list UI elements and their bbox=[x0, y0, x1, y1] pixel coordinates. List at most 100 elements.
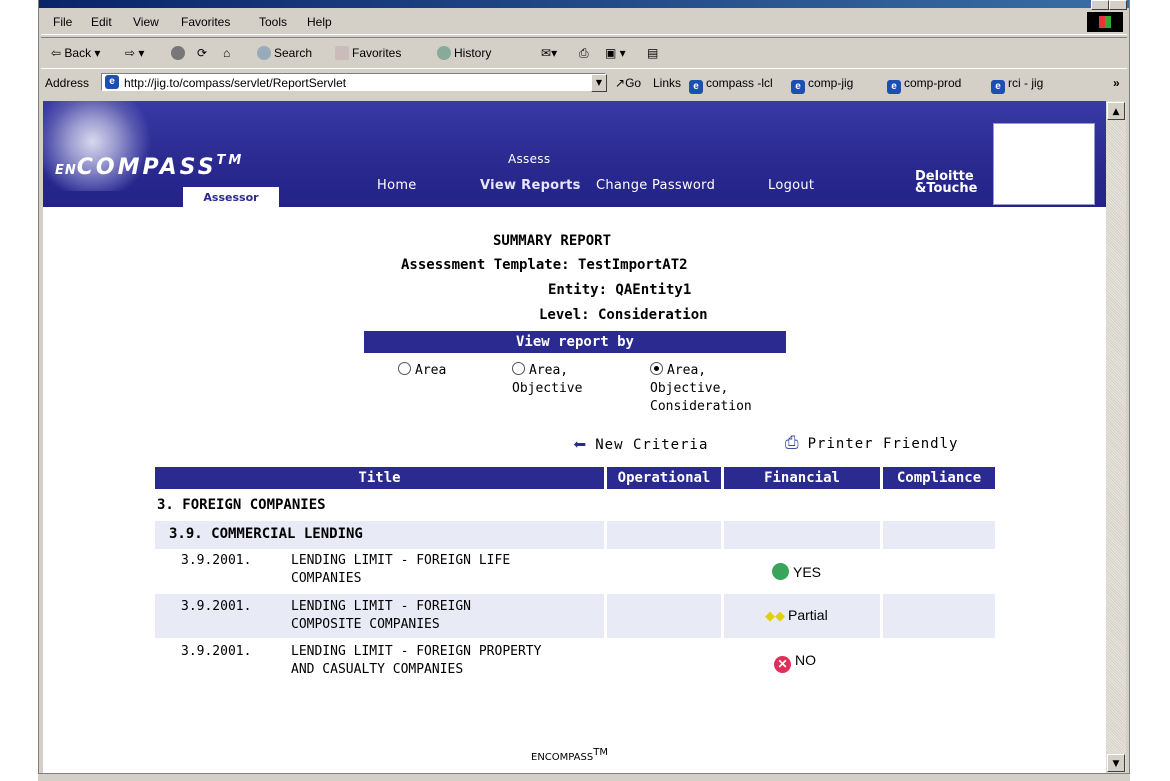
column-compliance: Compliance bbox=[883, 467, 995, 489]
address-dropdown-icon[interactable]: ▼ bbox=[591, 74, 607, 92]
back-arrow-icon: ⇦ bbox=[51, 46, 62, 60]
view-report-by-header: View report by bbox=[364, 331, 786, 353]
radio-area-objective[interactable]: Area, Objective bbox=[512, 362, 582, 398]
address-input[interactable]: e http://jig.to/compass/servlet/ReportSe… bbox=[101, 73, 606, 91]
row-title: LENDING LIMIT - FOREIGN PROPERTY AND CAS… bbox=[291, 644, 542, 677]
menu-file[interactable]: File bbox=[53, 15, 72, 29]
refresh-icon: ⟳ bbox=[197, 46, 208, 60]
mail-button[interactable]: ✉▾ bbox=[541, 46, 557, 60]
favorites-icon bbox=[335, 46, 349, 60]
report-heading: SUMMARY REPORT bbox=[493, 233, 612, 249]
report-template: Assessment Template: TestImportAT2 bbox=[401, 257, 688, 273]
page-icon: e bbox=[689, 80, 703, 94]
menu-favorites[interactable]: Favorites bbox=[181, 15, 230, 29]
financial-status: ◆◆ Partial bbox=[765, 607, 828, 623]
nav-view-reports[interactable]: View Reports bbox=[480, 178, 581, 193]
edit-button[interactable]: ▣ ▾ bbox=[605, 46, 626, 60]
address-bar: Address e http://jig.to/compass/servlet/… bbox=[41, 70, 1127, 96]
page-icon: e bbox=[887, 80, 901, 94]
red-x-icon: ✕ bbox=[774, 656, 791, 673]
objective-label: 3.9. COMMERCIAL LENDING bbox=[169, 526, 363, 542]
stop-button[interactable] bbox=[171, 46, 188, 60]
column-operational: Operational bbox=[607, 467, 721, 489]
column-divider bbox=[721, 521, 724, 549]
header-image-placeholder bbox=[993, 123, 1095, 205]
financial-status: YES bbox=[772, 563, 821, 580]
home-button[interactable]: ⌂ bbox=[223, 46, 230, 60]
scroll-down-icon[interactable]: ▼ bbox=[1107, 754, 1125, 772]
maximize-button[interactable] bbox=[1091, 0, 1109, 10]
print-icon: ⎙ bbox=[579, 46, 589, 60]
link-comp-prod[interactable]: e comp-prod bbox=[887, 76, 961, 94]
refresh-button[interactable]: ⟳ bbox=[197, 46, 207, 60]
column-divider bbox=[880, 521, 883, 549]
discuss-icon: ▤ bbox=[647, 46, 659, 60]
radio-circle-icon bbox=[398, 362, 411, 375]
page-viewport: ENCOMPASSTM Assessor Assess Home View Re… bbox=[43, 101, 1106, 773]
radio-circle-icon bbox=[512, 362, 525, 375]
new-criteria-link[interactable]: ⬅ New Criteria bbox=[573, 433, 708, 458]
favorites-button[interactable]: Favorites bbox=[335, 46, 401, 60]
row-title: LENDING LIMIT - FOREIGN COMPOSITE COMPAN… bbox=[291, 599, 472, 632]
scroll-up-icon[interactable]: ▲ bbox=[1107, 102, 1125, 120]
go-arrow-icon: ↗ bbox=[615, 76, 626, 90]
nav-home[interactable]: Home bbox=[377, 178, 417, 193]
search-button[interactable]: Search bbox=[257, 46, 312, 60]
nav-logout[interactable]: Logout bbox=[768, 178, 814, 193]
printer-friendly-link[interactable]: ⎙ Printer Friendly bbox=[785, 433, 958, 453]
link-rci-jig[interactable]: e rci - jig bbox=[991, 76, 1043, 94]
radio-area-objective-consideration[interactable]: Area, Objective, Consideration bbox=[650, 362, 752, 416]
links-label: Links bbox=[653, 76, 682, 90]
stop-icon bbox=[171, 46, 185, 60]
deloitte-touche-logo: Deloitte &Touche bbox=[915, 169, 978, 196]
home-icon: ⌂ bbox=[223, 46, 231, 60]
column-divider bbox=[604, 594, 607, 638]
menu-tools[interactable]: Tools bbox=[259, 15, 287, 29]
forward-button[interactable]: ⇨ ▾ bbox=[125, 46, 144, 60]
link-compass-lcl[interactable]: e compass -lcl bbox=[689, 76, 773, 94]
windows-logo-icon bbox=[1087, 12, 1123, 32]
financial-status: ✕ NO bbox=[774, 652, 816, 673]
row-code: 3.9.2001. bbox=[181, 599, 252, 614]
green-circle-icon bbox=[772, 563, 789, 580]
more-links-chevron-icon[interactable]: » bbox=[1113, 76, 1120, 90]
site-header: ENCOMPASSTM Assessor Assess Home View Re… bbox=[43, 101, 1106, 207]
nav-change-password[interactable]: Change Password bbox=[596, 178, 715, 193]
page-icon: e bbox=[791, 80, 805, 94]
history-icon bbox=[437, 46, 451, 60]
menu-view[interactable]: View bbox=[133, 15, 159, 29]
edit-icon: ▣ bbox=[605, 46, 617, 60]
history-button[interactable]: History bbox=[437, 46, 491, 60]
menu-help[interactable]: Help bbox=[307, 15, 332, 29]
page-icon: e bbox=[991, 80, 1005, 94]
forward-arrow-icon: ⇨ bbox=[125, 46, 136, 60]
encompass-logo: ENCOMPASSTM bbox=[55, 153, 245, 180]
title-bar bbox=[39, 0, 1129, 10]
radio-area[interactable]: Area bbox=[398, 362, 446, 380]
row-title: LENDING LIMIT - FOREIGN LIFE COMPANIES bbox=[291, 553, 511, 586]
nav-assess[interactable]: Assess bbox=[508, 152, 550, 166]
link-comp-jig[interactable]: e comp-jig bbox=[791, 76, 853, 94]
page-icon: e bbox=[105, 75, 119, 89]
menu-bar: File Edit View Favorites Tools Help bbox=[41, 10, 1127, 35]
table-row bbox=[155, 594, 995, 638]
go-button[interactable]: ↗Go bbox=[615, 76, 641, 90]
column-title: Title bbox=[155, 467, 604, 489]
column-divider bbox=[604, 521, 607, 549]
row-code: 3.9.2001. bbox=[181, 553, 252, 568]
column-divider bbox=[880, 594, 883, 638]
radio-selected-icon bbox=[650, 362, 663, 375]
close-button[interactable] bbox=[1109, 0, 1127, 10]
toolbar: ⇦ Back ▾ ⇨ ▾ ⟳ ⌂ Search Favorites Histor… bbox=[41, 37, 1127, 69]
report-level: Level: Consideration bbox=[539, 307, 708, 323]
partial-bowtie-icon: ◆◆ bbox=[765, 608, 785, 623]
print-button[interactable]: ⎙ bbox=[579, 46, 589, 61]
area-row: 3. FOREIGN COMPANIES bbox=[157, 497, 326, 513]
row-code: 3.9.2001. bbox=[181, 644, 252, 659]
column-financial: Financial bbox=[724, 467, 880, 489]
column-divider bbox=[721, 594, 724, 638]
back-button[interactable]: ⇦ Back ▾ bbox=[51, 46, 100, 60]
discuss-button[interactable]: ▤ bbox=[647, 46, 658, 60]
menu-edit[interactable]: Edit bbox=[91, 15, 112, 29]
vertical-scrollbar[interactable]: ▲ ▼ bbox=[1106, 101, 1126, 773]
